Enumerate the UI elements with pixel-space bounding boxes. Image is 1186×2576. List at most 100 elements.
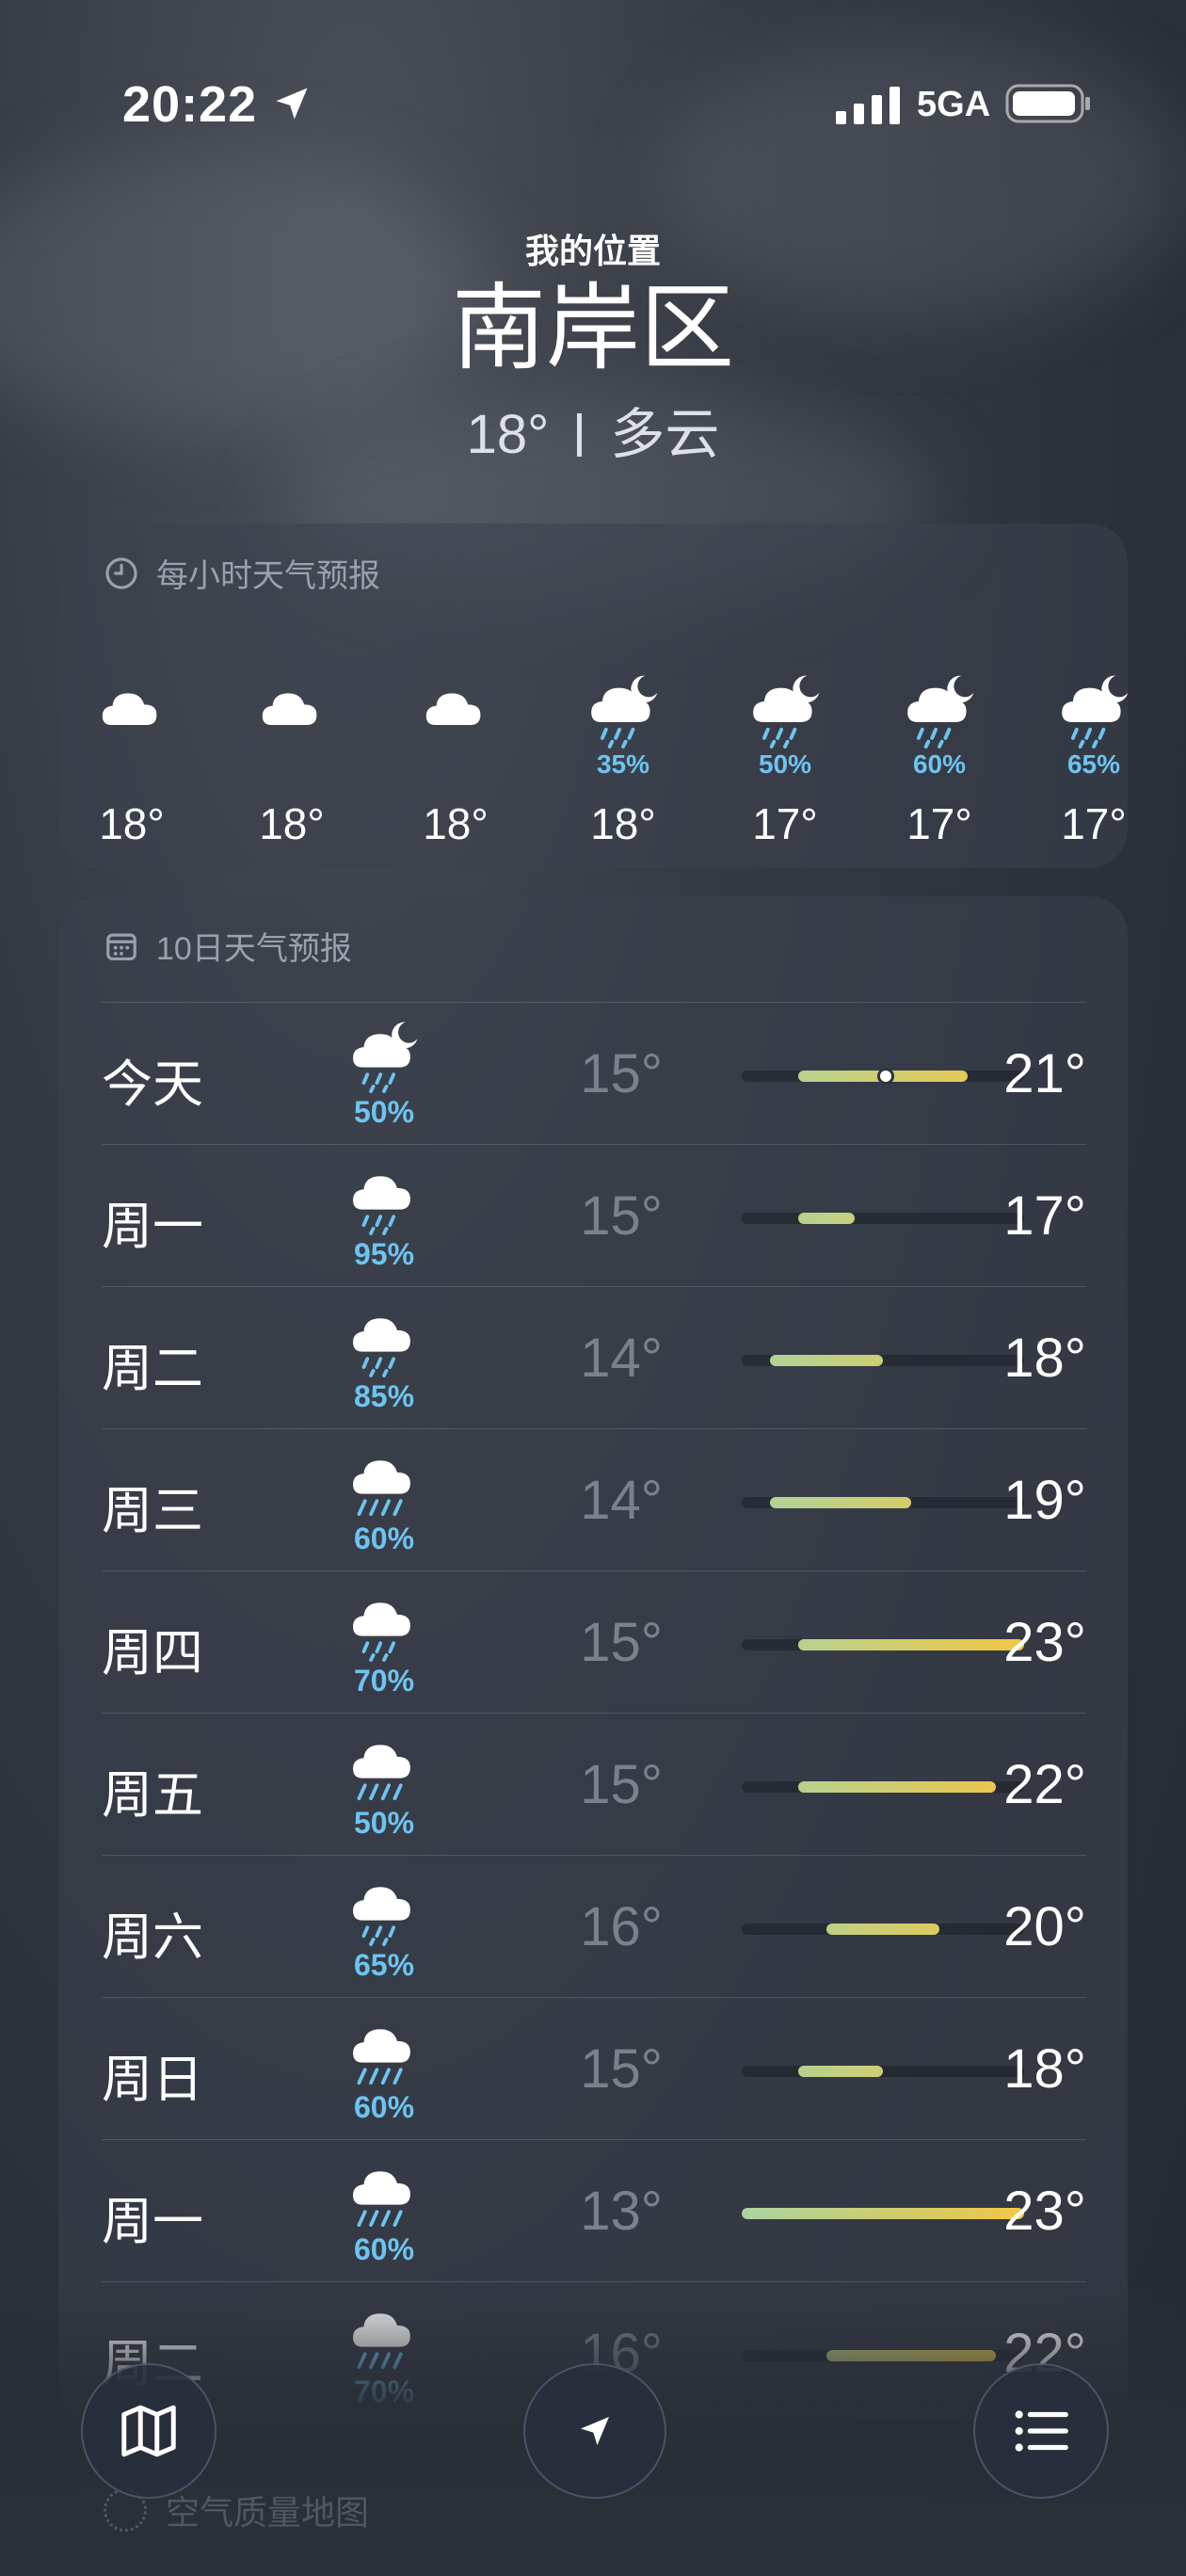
hourly-item: 18° bbox=[226, 655, 358, 849]
list-icon bbox=[1015, 2410, 1068, 2452]
cloud-moon-rain-icon bbox=[753, 675, 820, 749]
hourly-precip: 50% bbox=[758, 749, 812, 779]
hourly-item: 18° bbox=[66, 655, 198, 849]
cloud-icon bbox=[262, 693, 317, 725]
cloud-rain-icon bbox=[353, 1176, 410, 1235]
daily-row[interactable]: 周六 65% 16° 20° bbox=[102, 1855, 1086, 1997]
hourly-list[interactable]: 18° 18° 18° 35% 18° 50% 17° 60% 17° 65% 17° bbox=[58, 655, 1129, 872]
day-precip: 70% bbox=[353, 1663, 415, 1698]
hourly-temp: 17° bbox=[1061, 799, 1127, 848]
divider bbox=[577, 413, 583, 457]
temp-range-track bbox=[742, 1355, 1024, 1366]
day-name: 周二 bbox=[102, 1341, 203, 1397]
day-low-temp: 13° bbox=[580, 2181, 663, 2242]
day-low-temp: 15° bbox=[580, 2038, 663, 2100]
temp-range-bar bbox=[742, 2208, 1024, 2219]
day-name: 周日 bbox=[102, 2052, 203, 2108]
cloud-rain-icon bbox=[353, 1887, 410, 1946]
day-name: 周三 bbox=[102, 1483, 203, 1539]
temp-range-bar bbox=[798, 1639, 1024, 1650]
map-icon bbox=[121, 2405, 176, 2457]
temp-range-track bbox=[742, 2208, 1024, 2219]
hourly-forecast-card[interactable]: 每小时天气预报 18° 18° 18° 35% 18° 50% 17° 60% 17° 65% 17… bbox=[58, 523, 1129, 868]
current-temp: 18° bbox=[466, 404, 550, 465]
hourly-precip: 65% bbox=[1066, 749, 1121, 779]
daily-row[interactable]: 周三 60% 14° 19° bbox=[102, 1428, 1086, 1570]
cloud-rain-icon bbox=[353, 1602, 410, 1662]
temp-range-track bbox=[742, 1497, 1024, 1508]
cloud-heavy-rain-icon bbox=[353, 2029, 410, 2085]
cloud-rain-icon bbox=[353, 1318, 410, 1377]
daily-row[interactable]: 周一 60% 13° 23° bbox=[102, 2139, 1086, 2281]
day-low-temp: 16° bbox=[580, 1896, 663, 1957]
hourly-temp: 18° bbox=[590, 799, 656, 848]
temp-range-bar bbox=[798, 1781, 996, 1793]
temp-range-bar bbox=[826, 1924, 939, 1935]
temp-range-bar bbox=[770, 1355, 883, 1366]
hourly-temp: 18° bbox=[99, 799, 165, 848]
temp-range-bar bbox=[770, 1497, 911, 1508]
hourly-item: 50% 17° bbox=[719, 655, 851, 849]
daily-title-text: 10日天气预报 bbox=[156, 931, 352, 967]
cloud-heavy-rain-icon bbox=[353, 1745, 410, 1801]
day-precip: 60% bbox=[353, 2231, 415, 2266]
current-temp-dot bbox=[877, 1068, 894, 1085]
day-precip: 60% bbox=[353, 1521, 415, 1555]
daily-forecast-card[interactable]: 10日天气预报 今天 50% 15° 21° 周一 95% 15° 17° 周二 85% 14° 18… bbox=[58, 896, 1128, 2422]
hourly-precip bbox=[66, 749, 198, 787]
day-weather: 50% bbox=[337, 1020, 431, 1130]
daily-forecast-title: 10日天气预报 bbox=[104, 923, 352, 969]
hourly-temp: 17° bbox=[906, 799, 972, 848]
day-low-temp: 15° bbox=[580, 1185, 663, 1247]
daily-row[interactable]: 今天 50% 15° 21° bbox=[102, 1002, 1086, 1144]
day-high-temp: 19° bbox=[1003, 1470, 1086, 1531]
hourly-precip bbox=[226, 749, 358, 787]
hourly-precip: 60% bbox=[912, 749, 967, 779]
day-name: 周五 bbox=[102, 1767, 203, 1824]
clock-icon bbox=[105, 556, 137, 589]
current-location-button[interactable] bbox=[523, 2363, 666, 2499]
daily-row[interactable]: 周二 85% 14° 18° bbox=[102, 1286, 1086, 1428]
hourly-temp: 18° bbox=[423, 799, 489, 848]
cloud-heavy-rain-icon bbox=[353, 2171, 410, 2228]
cloud-moon-rain-icon bbox=[907, 675, 974, 749]
day-low-temp: 15° bbox=[580, 1612, 663, 1673]
cloud-moon-rain-icon bbox=[591, 675, 658, 749]
daily-row[interactable]: 周四 70% 15° 23° bbox=[102, 1570, 1086, 1713]
map-button[interactable] bbox=[81, 2363, 216, 2499]
day-weather: 60% bbox=[337, 2157, 431, 2267]
day-weather: 50% bbox=[337, 1731, 431, 1841]
day-weather: 70% bbox=[337, 1588, 431, 1699]
day-name: 周一 bbox=[102, 1199, 203, 1255]
day-name: 今天 bbox=[102, 1056, 203, 1113]
cloud-moon-rain-icon bbox=[353, 1022, 418, 1093]
day-precip: 50% bbox=[353, 1094, 415, 1129]
network-type: 5GA bbox=[917, 85, 991, 124]
daily-row[interactable]: 周五 50% 15° 22° bbox=[102, 1713, 1086, 1855]
day-weather: 65% bbox=[337, 1873, 431, 1983]
daily-row[interactable]: 周日 60% 15° 18° bbox=[102, 1997, 1086, 2139]
hourly-precip bbox=[390, 749, 521, 787]
day-high-temp: 23° bbox=[1003, 1612, 1086, 1673]
cloud-heavy-rain-icon bbox=[353, 1460, 410, 1517]
day-precip: 85% bbox=[353, 1378, 415, 1413]
hourly-precip: 35% bbox=[596, 749, 650, 779]
hourly-item: 35% 18° bbox=[557, 655, 689, 849]
status-time: 20:22 bbox=[122, 76, 258, 133]
day-precip: 50% bbox=[353, 1805, 415, 1840]
temp-range-track bbox=[742, 1213, 1024, 1224]
day-name: 周六 bbox=[102, 1909, 203, 1966]
day-precip: 65% bbox=[353, 1947, 415, 1982]
day-weather: 95% bbox=[337, 1162, 431, 1272]
location-list-button[interactable] bbox=[973, 2363, 1109, 2499]
day-low-temp: 15° bbox=[580, 1754, 663, 1815]
daily-row[interactable]: 周一 95% 15° 17° bbox=[102, 1144, 1086, 1286]
cloud-moon-rain-icon bbox=[1062, 675, 1129, 749]
day-name: 周四 bbox=[102, 1625, 203, 1682]
battery-icon bbox=[1005, 84, 1090, 123]
air-quality-title-text: 空气质量地图 bbox=[166, 2493, 370, 2532]
hourly-temp: 17° bbox=[752, 799, 818, 848]
cloud-icon bbox=[102, 693, 157, 725]
day-low-temp: 14° bbox=[580, 1470, 663, 1531]
day-low-temp: 14° bbox=[580, 1328, 663, 1389]
